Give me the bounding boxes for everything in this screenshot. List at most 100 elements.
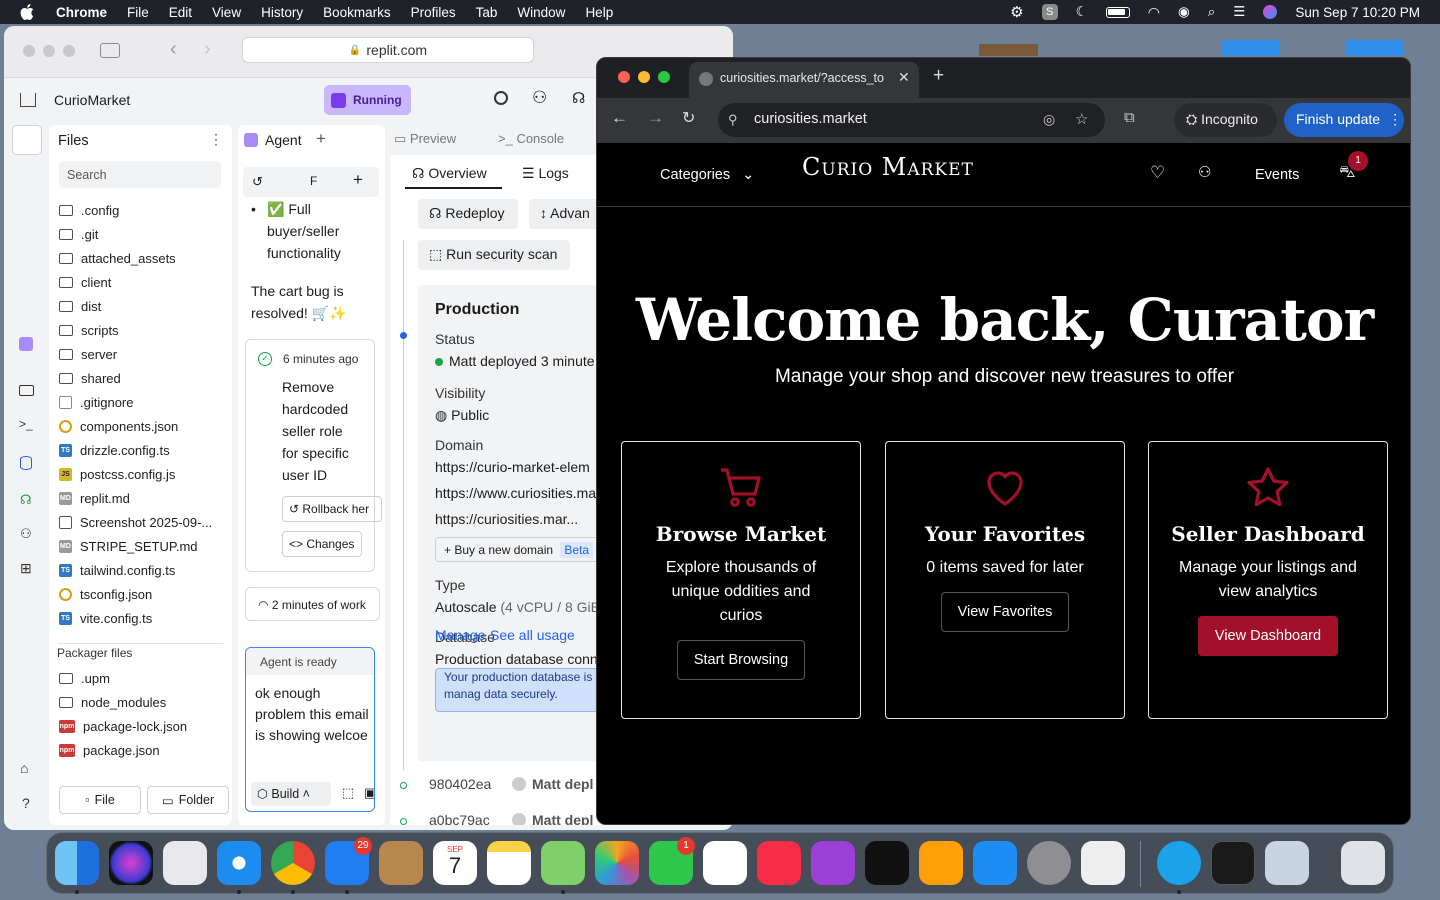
calendar-icon[interactable]: SEP 7 <box>433 841 477 885</box>
menu-edit[interactable]: Edit <box>169 5 192 20</box>
new-chat-icon[interactable]: + <box>353 170 363 190</box>
domain-link[interactable]: https://www.curiosities.ma <box>435 485 596 501</box>
security-scan-button[interactable]: ⬚ Run security scan <box>418 240 570 270</box>
file-tree-item[interactable]: Screenshot 2025-09-... <box>59 510 229 534</box>
file-tree-item[interactable]: dist <box>59 294 229 318</box>
finder-icon[interactable] <box>55 841 99 885</box>
tab-preview[interactable]: ▭ Preview <box>394 131 456 147</box>
menu-help[interactable]: Help <box>585 5 613 20</box>
file-tree-item[interactable]: scripts <box>59 318 229 342</box>
finish-update-button[interactable]: Finish update ⋮ <box>1284 103 1404 137</box>
activity-monitor-icon[interactable] <box>1081 841 1125 885</box>
tab-overview[interactable]: ☊ Overview <box>412 165 487 182</box>
menu-app-name[interactable]: Chrome <box>56 5 107 20</box>
apple-icon[interactable] <box>20 4 34 20</box>
file-tree-item[interactable]: TS drizzle.config.ts <box>59 438 229 462</box>
account-icon[interactable]: ⚇ <box>1198 163 1211 181</box>
preview-tool-icon[interactable] <box>19 385 34 396</box>
file-tree-item[interactable]: TS tailwind.config.ts <box>59 558 229 582</box>
menu-view[interactable]: View <box>212 5 241 20</box>
file-tree-item[interactable]: tsconfig.json <box>59 582 229 606</box>
all-tools-icon[interactable]: ⊞ <box>20 560 32 577</box>
heart-icon[interactable]: ♡ <box>1150 163 1165 183</box>
usage-link[interactable]: See all usage <box>490 627 575 643</box>
notes-icon[interactable] <box>487 841 531 885</box>
file-tree-item[interactable]: MD STRIPE_SETUP.md <box>59 534 229 558</box>
file-tree-item[interactable]: node_modules <box>59 690 229 714</box>
back-icon[interactable]: ← <box>611 108 628 128</box>
manage-link[interactable]: Manage <box>435 627 486 643</box>
file-tree-item[interactable]: .gitignore <box>59 390 229 414</box>
invite-user-icon[interactable]: ⚇ <box>532 88 547 108</box>
new-file-button[interactable]: ▫ File <box>59 786 141 814</box>
categories-menu[interactable]: Categories ⌄ <box>660 167 754 183</box>
commit-hash[interactable]: 980402ea <box>429 776 491 792</box>
file-tree-item[interactable]: npm package.json <box>59 738 229 762</box>
cast-icon[interactable]: ⧉ <box>1124 109 1135 126</box>
files-more-icon[interactable]: ⋮ <box>209 131 223 148</box>
home-icon[interactable] <box>20 93 36 107</box>
project-name[interactable]: CurioMarket <box>54 92 130 108</box>
system-settings-icon[interactable] <box>1027 841 1071 885</box>
desktop-folder-icon[interactable] <box>1222 40 1280 56</box>
files-tool-icon[interactable] <box>12 125 42 155</box>
contacts-icon[interactable] <box>379 841 423 885</box>
users-tool-icon[interactable]: ⚇ <box>20 526 32 542</box>
file-tree-item[interactable]: npm package-lock.json <box>59 714 229 738</box>
file-tree-item[interactable]: JS postcss.config.js <box>59 462 229 486</box>
chrome-icon[interactable] <box>271 841 315 885</box>
minimize-window-button[interactable] <box>638 71 650 83</box>
forward-icon[interactable]: → <box>647 108 664 128</box>
site-info-icon[interactable]: ⚲ <box>728 112 738 128</box>
file-tree-item[interactable]: MD replit.md <box>59 486 229 510</box>
tab-logs[interactable]: ☰ Logs <box>522 165 569 182</box>
console-tool-icon[interactable]: >_ <box>19 417 33 431</box>
safari-icon[interactable] <box>217 841 261 885</box>
file-tree-item[interactable]: attached_assets <box>59 246 229 270</box>
menu-tab[interactable]: Tab <box>476 5 498 20</box>
trash-icon[interactable] <box>1341 841 1385 885</box>
desktop-folder-icon[interactable] <box>1345 40 1403 56</box>
omnibox[interactable]: ⚲ curiosities.market ◎ ☆ <box>718 103 1105 137</box>
news-icon[interactable] <box>703 841 747 885</box>
wifi-icon[interactable]: ◠ <box>1148 4 1160 21</box>
domain-link[interactable]: https://curiosities.mar... <box>435 511 578 527</box>
reload-icon[interactable]: ↻ <box>682 108 695 128</box>
agent-input-text[interactable]: ok enough problem this email is showing … <box>255 683 371 746</box>
apple-tv-icon[interactable] <box>865 841 909 885</box>
books-icon[interactable] <box>919 841 963 885</box>
address-bar[interactable]: 🔒 replit.com <box>242 37 534 63</box>
alerts-icon[interactable]: ⌂ <box>20 760 28 776</box>
app-store-icon[interactable] <box>973 841 1017 885</box>
tab-console[interactable]: >_ Console <box>498 131 564 146</box>
close-window-button[interactable] <box>618 71 630 83</box>
search-icon[interactable]: ⌕ <box>1208 4 1216 20</box>
help-icon[interactable]: ? <box>22 795 30 811</box>
new-tab-icon[interactable]: + <box>933 65 944 87</box>
start-browsing-button[interactable]: Start Browsing <box>676 640 806 680</box>
menu-file[interactable]: File <box>127 5 149 20</box>
menu-history[interactable]: History <box>261 5 303 20</box>
photos-icon[interactable] <box>595 841 639 885</box>
deployments-tool-icon[interactable]: ☊ <box>20 492 32 508</box>
work-summary-card[interactable]: ◠ 2 minutes of work <box>245 587 380 621</box>
file-tree-item[interactable]: components.json <box>59 414 229 438</box>
user-icon[interactable]: ◉ <box>1178 4 1190 20</box>
siri-icon[interactable] <box>109 841 153 885</box>
new-folder-button[interactable]: ▭ Folder <box>147 786 229 814</box>
battery-icon[interactable] <box>1105 6 1130 18</box>
music-icon[interactable] <box>757 841 801 885</box>
menu-window[interactable]: Window <box>517 5 565 20</box>
domain-link[interactable]: https://curio-market-elem <box>435 459 590 475</box>
file-tree-item[interactable]: .git <box>59 222 229 246</box>
view-favorites-button[interactable]: View Favorites <box>940 592 1070 632</box>
close-window-button[interactable] <box>23 45 35 57</box>
attach-image-icon[interactable]: ▣ <box>364 785 374 801</box>
menubar-datetime[interactable]: Sun Sep 7 10:20 PM <box>1295 5 1420 20</box>
commit-hash[interactable]: a0bc79ac <box>429 812 490 825</box>
history-icon[interactable]: ↺ <box>252 174 263 190</box>
browser-tab[interactable]: curiosities.market/?access_to ✕ <box>689 62 919 98</box>
deploy-icon[interactable]: ☊ <box>572 89 585 107</box>
minimize-window-button[interactable] <box>43 45 55 57</box>
site-logo[interactable]: Curio Market <box>802 153 974 181</box>
